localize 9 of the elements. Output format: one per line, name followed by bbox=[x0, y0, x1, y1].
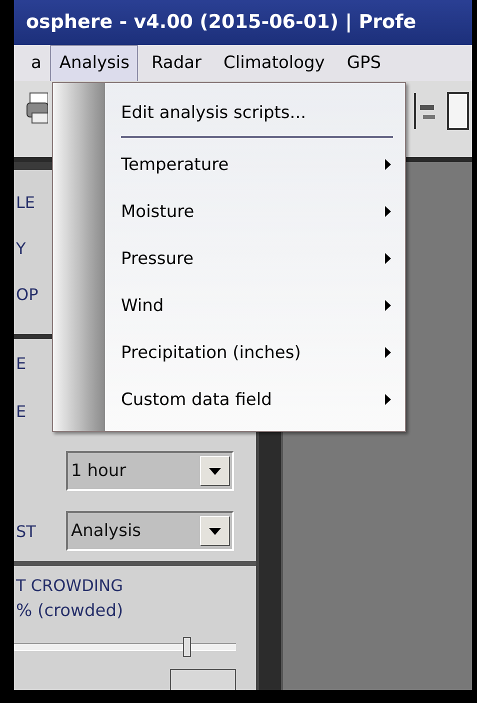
crowding-reading: % (crowded) bbox=[15, 600, 124, 621]
field-label: ST bbox=[15, 522, 37, 540]
field-label: OP bbox=[15, 284, 38, 306]
section-label: T CROWDING bbox=[15, 575, 123, 595]
field-label: LE bbox=[15, 192, 36, 214]
field-label: Y bbox=[15, 238, 26, 260]
field-label: E bbox=[15, 402, 28, 420]
section-label: E bbox=[15, 353, 26, 375]
window-title: osphere - v4.00 (2015-06-01) | Profe bbox=[25, 10, 416, 35]
